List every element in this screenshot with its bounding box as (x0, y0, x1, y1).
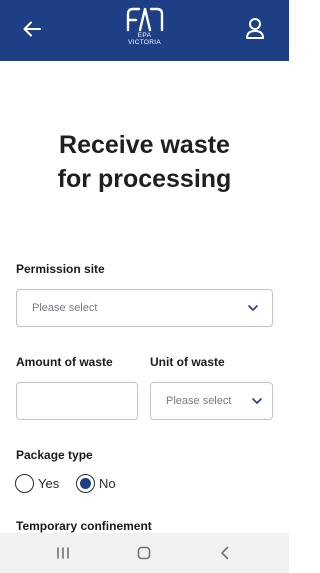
epa-victoria-logo: EPA VICTORIA (116, 6, 173, 54)
permission-site-select[interactable]: Please select (16, 289, 273, 327)
back-button[interactable] (19, 16, 45, 42)
page-title: Receive waste for processing (20, 128, 269, 196)
amount-of-waste-input[interactable] (16, 382, 138, 420)
recent-apps-button[interactable] (53, 543, 73, 563)
user-icon (246, 18, 264, 39)
temporary-confinement-label: Temporary confinement (16, 519, 152, 533)
epa-logo-mark (126, 7, 163, 32)
user-profile-button[interactable] (242, 15, 268, 43)
chevron-down-icon (248, 305, 258, 311)
package-type-radio-no[interactable] (76, 474, 95, 493)
back-icon (221, 546, 229, 560)
package-type-label: Package type (16, 448, 93, 462)
home-button[interactable] (134, 543, 154, 563)
unit-of-waste-label: Unit of waste (150, 355, 225, 369)
package-type-radio-yes[interactable] (15, 474, 34, 493)
arrow-left-icon (23, 21, 41, 37)
package-type-option-no-label: No (99, 476, 116, 491)
unit-of-waste-placeholder: Please select (166, 395, 232, 407)
system-back-button[interactable] (215, 543, 235, 563)
page-title-line-1: Receive waste (59, 131, 230, 159)
logo-line-2: VICTORIA (128, 39, 161, 46)
app-header: EPA VICTORIA (0, 0, 289, 61)
chevron-down-icon (252, 398, 262, 404)
amount-of-waste-label: Amount of waste (16, 355, 113, 369)
permission-site-label: Permission site (16, 262, 105, 276)
unit-of-waste-select[interactable]: Please select (150, 382, 273, 420)
home-icon (137, 546, 151, 560)
page-title-line-2: for processing (57, 165, 232, 193)
recent-apps-icon (57, 547, 69, 559)
system-navigation-bar (0, 533, 289, 573)
permission-site-placeholder: Please select (32, 302, 98, 314)
package-type-option-yes-label: Yes (38, 476, 60, 491)
logo-line-1: EPA (137, 32, 152, 39)
